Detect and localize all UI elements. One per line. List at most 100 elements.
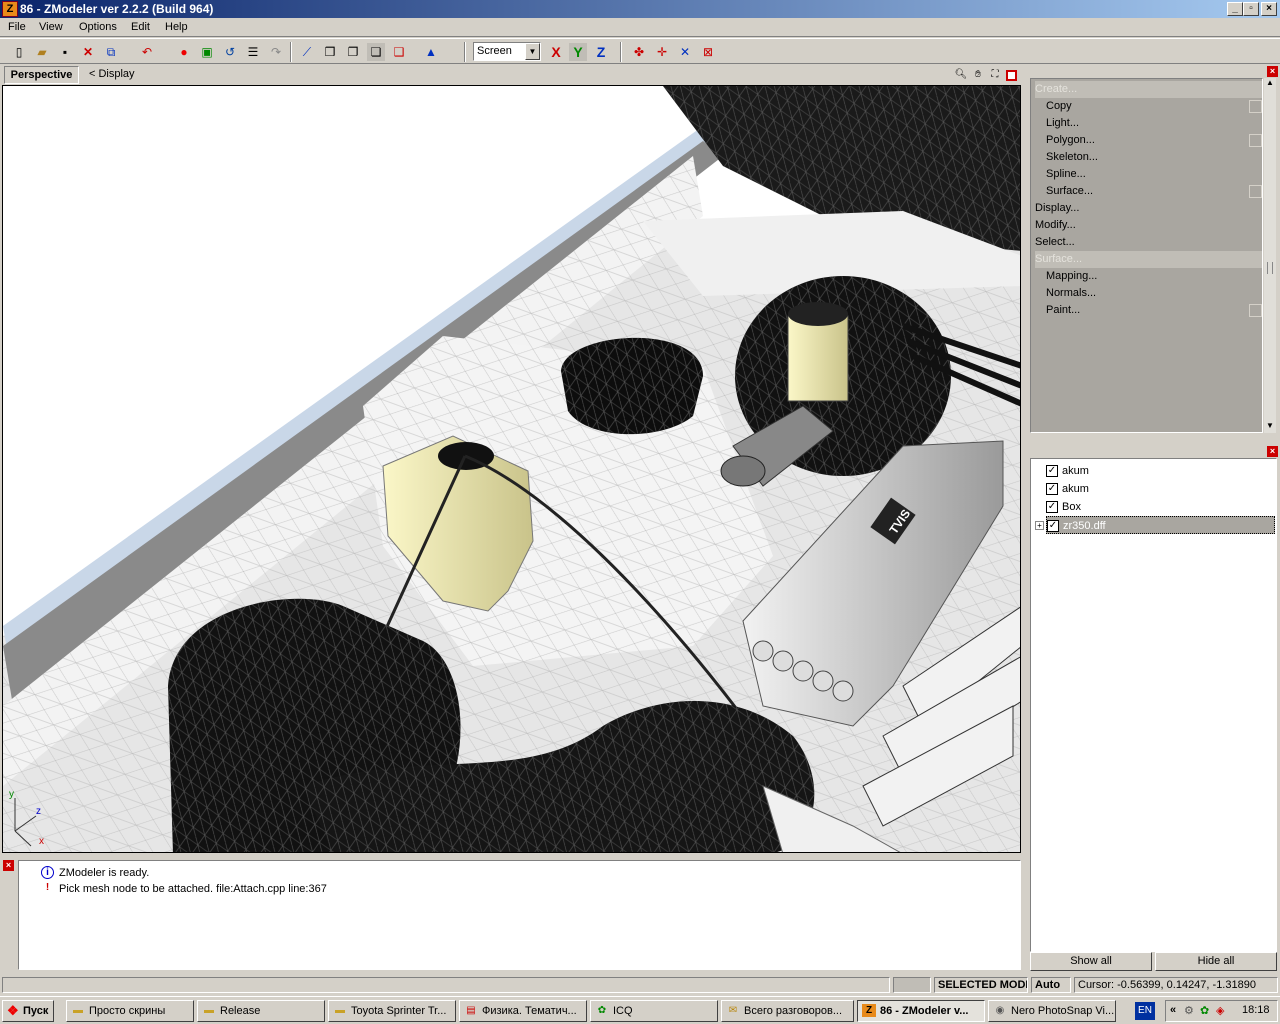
zmodeler-app-icon[interactable]: Z [2, 1, 18, 17]
tray-network-icon[interactable]: ⚙ [1184, 1004, 1194, 1017]
cmd-create[interactable]: Create... [1035, 81, 1262, 98]
delete-icon[interactable]: ✕ [79, 43, 97, 61]
cmd-copy[interactable]: Copy [1046, 98, 1246, 115]
command-list-scrollbar[interactable]: ▲ ▼ [1264, 78, 1276, 433]
tree-node-label: akum [1062, 483, 1089, 495]
cube-wire-icon[interactable]: ❐ [344, 43, 362, 61]
close-button[interactable]: × [1261, 2, 1277, 16]
tree-node[interactable]: ✓ akum [1046, 462, 1089, 480]
move-icon[interactable]: ✛ [653, 43, 671, 61]
maximize-viewport-icon[interactable]: ⛶ [986, 66, 1004, 84]
log-text: Pick mesh node to be attached. file:Atta… [59, 883, 327, 895]
warning-icon: ! [45, 882, 50, 893]
cmd-polygon[interactable]: Polygon... [1046, 132, 1246, 149]
start-button[interactable]: ❖ Пуск [2, 1000, 54, 1022]
cmd-surface-options-box[interactable] [1249, 185, 1262, 198]
cmd-light[interactable]: Light... [1046, 115, 1246, 132]
axis-y-button[interactable]: Y [569, 43, 587, 61]
menu-edit[interactable]: Edit [131, 21, 150, 33]
cube-red-icon[interactable]: ❑ [390, 43, 408, 61]
tray-icq-icon[interactable]: ✿ [1200, 1004, 1209, 1017]
coordinate-system-combo[interactable]: Screen ▼ [473, 42, 541, 61]
list-icon[interactable]: ☰ [244, 43, 262, 61]
tray-expand-icon[interactable]: « [1170, 1004, 1176, 1016]
status-auto: Auto [1031, 977, 1071, 993]
cmd-select[interactable]: Select... [1035, 234, 1262, 251]
close-icon[interactable]: × [3, 860, 14, 871]
render-icon[interactable]: ▣ [198, 43, 216, 61]
task-button[interactable]: ▬ Release [197, 1000, 325, 1022]
tray-clock[interactable]: 18:18 [1242, 1004, 1270, 1016]
copy-icon[interactable]: ⧉ [102, 43, 120, 61]
viewport-breadcrumb[interactable]: < Display [89, 68, 135, 80]
cube-icon[interactable]: ❒ [321, 43, 339, 61]
cmd-copy-options-box[interactable] [1249, 100, 1262, 113]
tree-node[interactable]: ✓ Box [1046, 498, 1081, 516]
cmd-skeleton[interactable]: Skeleton... [1046, 149, 1246, 166]
scroll-up-icon[interactable]: ▲ [1264, 78, 1276, 90]
commands-panel: × Create... Copy Light... Polygon... Ske… [1027, 64, 1280, 440]
menu-options[interactable]: Options [79, 21, 117, 33]
task-button[interactable]: ✿ ICQ [590, 1000, 718, 1022]
cmd-paint-options-box[interactable] [1249, 304, 1262, 317]
cmd-mapping[interactable]: Mapping... [1046, 268, 1246, 285]
rotate-icon[interactable]: ↺ [221, 43, 239, 61]
axis-z-button[interactable]: Z [592, 43, 610, 61]
menu-file[interactable]: File [8, 21, 26, 33]
undo-icon[interactable]: ↶ [138, 43, 156, 61]
checkbox-checked-icon[interactable]: ✓ [1046, 483, 1058, 496]
restore-button[interactable]: ▫ [1243, 2, 1259, 16]
cube-select-icon[interactable]: ❏ [367, 43, 385, 61]
tray-antivirus-icon[interactable]: ◈ [1216, 1004, 1224, 1017]
language-indicator[interactable]: EN [1135, 1002, 1155, 1020]
menu-view[interactable]: View [39, 21, 63, 33]
minimize-button[interactable]: _ [1227, 2, 1243, 16]
vertex-tool-icon[interactable]: ⟋ [298, 43, 316, 61]
cmd-surface-create[interactable]: Surface... [1046, 183, 1246, 200]
zoom-icon[interactable]: 🔍︎ [952, 66, 970, 84]
cmd-polygon-options-box[interactable] [1249, 134, 1262, 147]
cmd-normals[interactable]: Normals... [1046, 285, 1246, 302]
log-line: ! Pick mesh node to be attached. file:Att… [46, 881, 327, 897]
3d-viewport[interactable]: TVIS y z x [2, 85, 1021, 853]
direction-icon[interactable]: ▲ [422, 43, 440, 61]
close-viewport-icon[interactable] [1006, 70, 1017, 81]
hide-all-button[interactable]: Hide all [1155, 952, 1277, 971]
pan-hand-icon[interactable]: ✋︎ [969, 66, 987, 84]
object-tree-panel: × ✓ akum ✓ akum ✓ Box + ✓ zr350.dff Show all… [1027, 444, 1280, 972]
tree-node[interactable]: ✓ akum [1046, 480, 1089, 498]
snap-icon[interactable]: ⊠ [699, 43, 717, 61]
redo-icon[interactable]: ↷ [267, 43, 285, 61]
cmd-paint[interactable]: Paint... [1046, 302, 1246, 319]
scale-icon[interactable]: ✕ [676, 43, 694, 61]
save-icon[interactable]: ▪ [56, 43, 74, 61]
menu-help[interactable]: Help [165, 21, 188, 33]
cmd-spline[interactable]: Spline... [1046, 166, 1246, 183]
chevron-down-icon[interactable]: ▼ [525, 43, 540, 60]
show-all-button[interactable]: Show all [1030, 952, 1152, 971]
task-button[interactable]: ▬ Просто скрины [66, 1000, 194, 1022]
cmd-surface[interactable]: Surface... [1035, 251, 1262, 268]
checkbox-checked-icon[interactable]: ✓ [1046, 465, 1058, 478]
expand-plus-icon[interactable]: + [1035, 521, 1044, 530]
cmd-modify[interactable]: Modify... [1035, 217, 1262, 234]
close-icon[interactable]: × [1267, 446, 1278, 457]
scroll-thumb[interactable] [1267, 262, 1273, 274]
cmd-display[interactable]: Display... [1035, 200, 1262, 217]
checkbox-checked-icon[interactable]: ✓ [1047, 520, 1059, 533]
task-button[interactable]: ◉ Nero PhotoSnap Vi... [988, 1000, 1116, 1022]
axis-x-button[interactable]: X [547, 43, 565, 61]
task-button[interactable]: ✉ Всего разговоров... [721, 1000, 854, 1022]
new-icon[interactable]: ▯ [10, 43, 28, 61]
tree-node-selected[interactable]: ✓ zr350.dff [1046, 516, 1275, 534]
task-button[interactable]: ▤ Физика. Тематич... [459, 1000, 587, 1022]
task-button-active[interactable]: Z 86 - ZModeler v... [857, 1000, 985, 1022]
scroll-down-icon[interactable]: ▼ [1264, 421, 1276, 433]
task-button[interactable]: ▬ Toyota Sprinter Tr... [328, 1000, 456, 1022]
record-icon[interactable]: ● [175, 43, 193, 61]
viewport-tab-perspective[interactable]: Perspective [4, 66, 79, 84]
checkbox-checked-icon[interactable]: ✓ [1046, 501, 1058, 514]
open-icon[interactable]: ▰ [33, 43, 51, 61]
pick-icon[interactable]: ✤ [630, 43, 648, 61]
close-icon[interactable]: × [1267, 66, 1278, 77]
